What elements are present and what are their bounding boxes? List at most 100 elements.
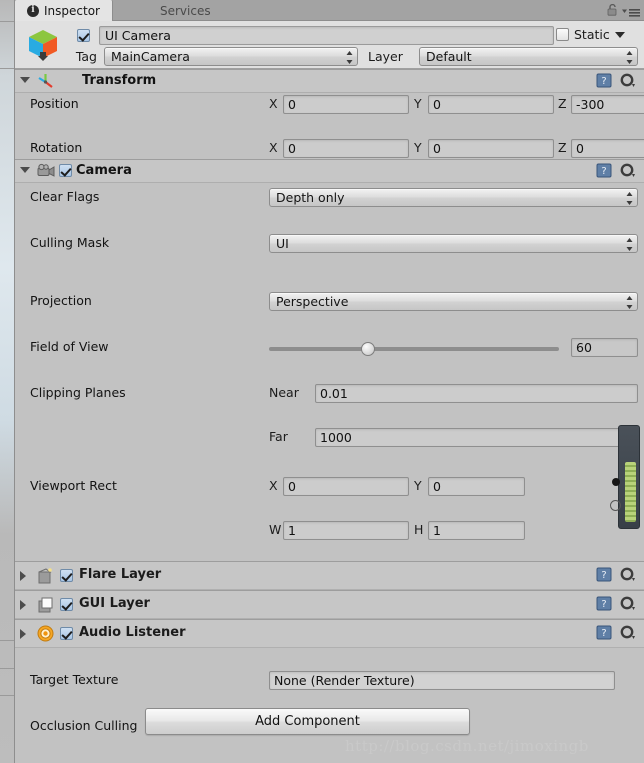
clear-flags-dropdown[interactable]: Depth only	[269, 188, 638, 207]
help-icon[interactable]: ?	[596, 567, 612, 582]
viewport-rect-xy-row: Viewport Rect X 0 Y 0	[15, 475, 644, 497]
add-component-button[interactable]: Add Component	[145, 708, 470, 735]
lock-icon[interactable]	[607, 3, 618, 16]
static-group: Static	[556, 27, 625, 42]
unity-inspector-window: i Inspector Services UI Camera Static Ta…	[0, 0, 644, 763]
viewport-w-label: W	[269, 522, 282, 537]
position-y-field[interactable]: 0	[428, 95, 554, 114]
target-texture-object-field[interactable]: None (Render Texture)	[269, 671, 615, 690]
gear-icon[interactable]	[620, 567, 636, 582]
camera-foldout-icon[interactable]	[20, 167, 30, 173]
scrollbar-thumb[interactable]	[625, 462, 636, 522]
clipping-planes-label: Clipping Planes	[30, 385, 126, 400]
object-header: UI Camera Static Tag MainCamera Layer De…	[15, 21, 644, 69]
gui-layer-enabled-checkbox[interactable]	[60, 598, 73, 614]
static-checkbox[interactable]	[556, 28, 569, 41]
audio-listener-enabled-checkbox[interactable]	[60, 627, 73, 643]
help-icon[interactable]: ?	[596, 596, 612, 611]
help-icon[interactable]: ?	[596, 73, 612, 88]
rotation-y-field[interactable]: 0	[428, 139, 554, 158]
component-row-flare-layer[interactable]: Flare Layer ?	[15, 561, 644, 590]
object-enabled-checkbox[interactable]	[77, 29, 90, 45]
viewport-x-field[interactable]: 0	[283, 477, 409, 496]
viewport-rect-label: Viewport Rect	[30, 478, 117, 493]
far-field[interactable]: 1000	[315, 428, 638, 447]
layer-dropdown[interactable]: Default	[419, 47, 638, 66]
hamburger-menu-icon[interactable]	[622, 6, 640, 17]
projection-dropdown[interactable]: Perspective	[269, 292, 638, 311]
tag-layer-row: Tag MainCamera Layer Default	[15, 47, 644, 66]
rotation-x-field[interactable]: 0	[283, 139, 409, 158]
object-picker-circle-icon[interactable]	[610, 500, 621, 511]
position-z-axis-label: Z	[558, 96, 567, 111]
layer-label: Layer	[368, 49, 403, 64]
near-label: Near	[269, 385, 299, 400]
chevron-down-icon[interactable]	[614, 31, 625, 38]
clipping-planes-far-row: Far 1000	[15, 426, 644, 448]
flare-layer-foldout-icon[interactable]	[20, 571, 26, 581]
gear-icon[interactable]	[620, 73, 636, 88]
flare-layer-enabled-checkbox[interactable]	[60, 569, 73, 585]
tab-inspector[interactable]: i Inspector	[15, 0, 113, 21]
help-icon[interactable]: ?	[596, 625, 612, 640]
inspector-body: UI Camera Static Tag MainCamera Layer De…	[15, 21, 644, 763]
position-x-field[interactable]: 0	[283, 95, 409, 114]
tab-inspector-label: Inspector	[44, 3, 100, 18]
static-label: Static	[574, 27, 610, 42]
camera-title: Camera	[76, 163, 132, 178]
field-of-view-slider-knob[interactable]	[361, 342, 375, 356]
field-of-view-value-field[interactable]: 60	[571, 338, 638, 357]
field-of-view-label: Field of View	[30, 339, 109, 354]
transform-axis-icon	[37, 73, 54, 89]
transform-header[interactable]: Transform ?	[15, 69, 644, 93]
render-texture-scrollbar[interactable]	[618, 425, 640, 529]
component-row-audio-listener[interactable]: Audio Listener ?	[15, 619, 644, 648]
object-name-field[interactable]: UI Camera	[99, 26, 554, 45]
viewport-w-field[interactable]: 1	[283, 521, 409, 540]
rotation-y-axis-label: Y	[414, 140, 422, 155]
audio-listener-foldout-icon[interactable]	[20, 629, 26, 639]
gui-layer-icon	[37, 596, 54, 613]
projection-label: Projection	[30, 293, 92, 308]
target-texture-row: Target Texture None (Render Texture)	[15, 669, 644, 691]
transform-position-row: Position X 0 Y 0 Z -300	[15, 93, 644, 115]
layer-value: Default	[426, 49, 472, 64]
help-icon[interactable]: ?	[596, 163, 612, 178]
gui-layer-title: GUI Layer	[79, 596, 150, 611]
svg-text:?: ?	[601, 166, 606, 177]
flare-layer-title: Flare Layer	[79, 567, 162, 582]
camera-enabled-checkbox[interactable]	[59, 164, 72, 180]
viewport-h-field[interactable]: 1	[428, 521, 525, 540]
rotation-x-axis-label: X	[269, 140, 278, 155]
gear-icon[interactable]	[620, 596, 636, 611]
tab-services[interactable]: Services	[148, 0, 223, 21]
viewport-h-label: H	[414, 522, 424, 537]
rotation-z-field[interactable]: 0	[571, 139, 644, 158]
transform-foldout-icon[interactable]	[20, 77, 30, 83]
near-field[interactable]: 0.01	[315, 384, 638, 403]
field-of-view-slider[interactable]	[269, 342, 559, 356]
adjacent-panel-edge	[0, 0, 15, 763]
gear-icon[interactable]	[620, 625, 636, 640]
viewport-y-field[interactable]: 0	[428, 477, 525, 496]
svg-text:?: ?	[601, 570, 606, 581]
clear-flags-label: Clear Flags	[30, 189, 100, 204]
svg-text:?: ?	[601, 76, 606, 87]
camera-header[interactable]: Camera ?	[15, 159, 644, 183]
transform-rotation-row: Rotation X 0 Y 0 Z 0	[15, 137, 644, 159]
gear-icon[interactable]	[620, 163, 636, 178]
tag-dropdown[interactable]: MainCamera	[104, 47, 358, 66]
culling-mask-value: UI	[276, 236, 289, 251]
object-picker-dot-icon	[612, 478, 620, 486]
position-z-field[interactable]: -300	[571, 95, 644, 114]
watermark: http://blog.csdn.net/jimoxingb	[345, 737, 589, 755]
transform-section: Position X 0 Y 0 Z -300 Rotation X 0 Y 0…	[15, 93, 644, 202]
component-row-gui-layer[interactable]: GUI Layer ?	[15, 590, 644, 619]
clear-flags-row: Clear Flags Depth only	[15, 186, 644, 208]
transform-title: Transform	[82, 73, 157, 88]
gui-layer-foldout-icon[interactable]	[20, 600, 26, 610]
audio-listener-icon	[37, 625, 54, 642]
position-y-axis-label: Y	[414, 96, 422, 111]
tab-services-label: Services	[160, 3, 211, 18]
culling-mask-dropdown[interactable]: UI	[269, 234, 638, 253]
